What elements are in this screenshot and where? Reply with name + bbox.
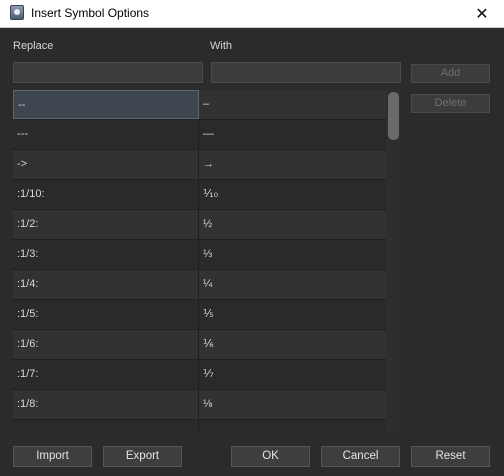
with-input[interactable] [211, 62, 401, 83]
table-row[interactable]: :1/7: ⅐ [13, 360, 386, 390]
replace-cell[interactable]: :1/6: [13, 330, 199, 359]
scroll-thumb[interactable] [388, 92, 399, 140]
with-cell[interactable]: ⅓ [200, 240, 386, 269]
replace-cell[interactable]: :1/4: [13, 270, 199, 299]
dialog-body: Replace With Add Delete -- – --- — -> →:1/10:… [0, 28, 504, 476]
replace-input[interactable] [13, 62, 203, 83]
with-cell[interactable]: — [200, 120, 386, 149]
app-icon [10, 5, 24, 20]
replace-cell[interactable]: --- [13, 120, 199, 149]
table-row[interactable]: :1/5: ⅕ [13, 300, 386, 330]
add-button[interactable]: Add [411, 64, 490, 83]
with-cell[interactable]: ⅕ [200, 300, 386, 329]
with-cell[interactable]: – [200, 90, 386, 119]
cancel-button[interactable]: Cancel [321, 446, 400, 467]
replace-cell[interactable]: -- [13, 90, 199, 119]
table-row[interactable]: :1/4: ¼ [13, 270, 386, 300]
replace-cell[interactable]: :1/10: [13, 180, 199, 209]
ok-button[interactable]: OK [231, 446, 310, 467]
replace-cell[interactable] [13, 420, 199, 432]
export-button[interactable]: Export [103, 446, 182, 467]
with-cell[interactable]: ¼ [200, 270, 386, 299]
with-cell[interactable]: ⅒ [200, 180, 386, 209]
close-icon[interactable]: ✕ [460, 0, 504, 27]
table-row[interactable]: :1/10: ⅒ [13, 180, 386, 210]
table-row[interactable]: :1/2: ½ [13, 210, 386, 240]
with-cell[interactable]: → [200, 150, 386, 179]
symbol-table: -- – --- — -> →:1/10: ⅒:1/2: ½:1/3: ⅓:1/4: ¼:1/5:… [13, 90, 401, 432]
with-cell[interactable]: ⅛ [200, 390, 386, 419]
table-row[interactable] [13, 420, 386, 432]
replace-cell[interactable]: :1/8: [13, 390, 199, 419]
replace-column-label: Replace [13, 40, 54, 52]
table-scrollbar[interactable] [386, 90, 401, 432]
table-row[interactable]: -- – [13, 90, 386, 120]
with-cell[interactable]: ½ [200, 210, 386, 239]
replace-cell[interactable]: :1/5: [13, 300, 199, 329]
replace-cell[interactable]: :1/2: [13, 210, 199, 239]
with-column-label: With [210, 40, 232, 52]
table-row[interactable]: --- — [13, 120, 386, 150]
import-button[interactable]: Import [13, 446, 92, 467]
window-title: Insert Symbol Options [31, 6, 150, 20]
title-bar: Insert Symbol Options ✕ [0, 0, 504, 28]
table-row[interactable]: :1/8: ⅛ [13, 390, 386, 420]
with-cell[interactable]: ⅙ [200, 330, 386, 359]
with-cell[interactable]: ⅐ [200, 360, 386, 389]
with-cell[interactable] [200, 420, 386, 432]
table-row[interactable]: :1/6: ⅙ [13, 330, 386, 360]
replace-cell[interactable]: :1/3: [13, 240, 199, 269]
table-row[interactable]: :1/3: ⅓ [13, 240, 386, 270]
replace-cell[interactable]: :1/7: [13, 360, 199, 389]
delete-button[interactable]: Delete [411, 94, 490, 113]
reset-button[interactable]: Reset [411, 446, 490, 467]
replace-cell[interactable]: -> [13, 150, 199, 179]
table-row[interactable]: -> → [13, 150, 386, 180]
